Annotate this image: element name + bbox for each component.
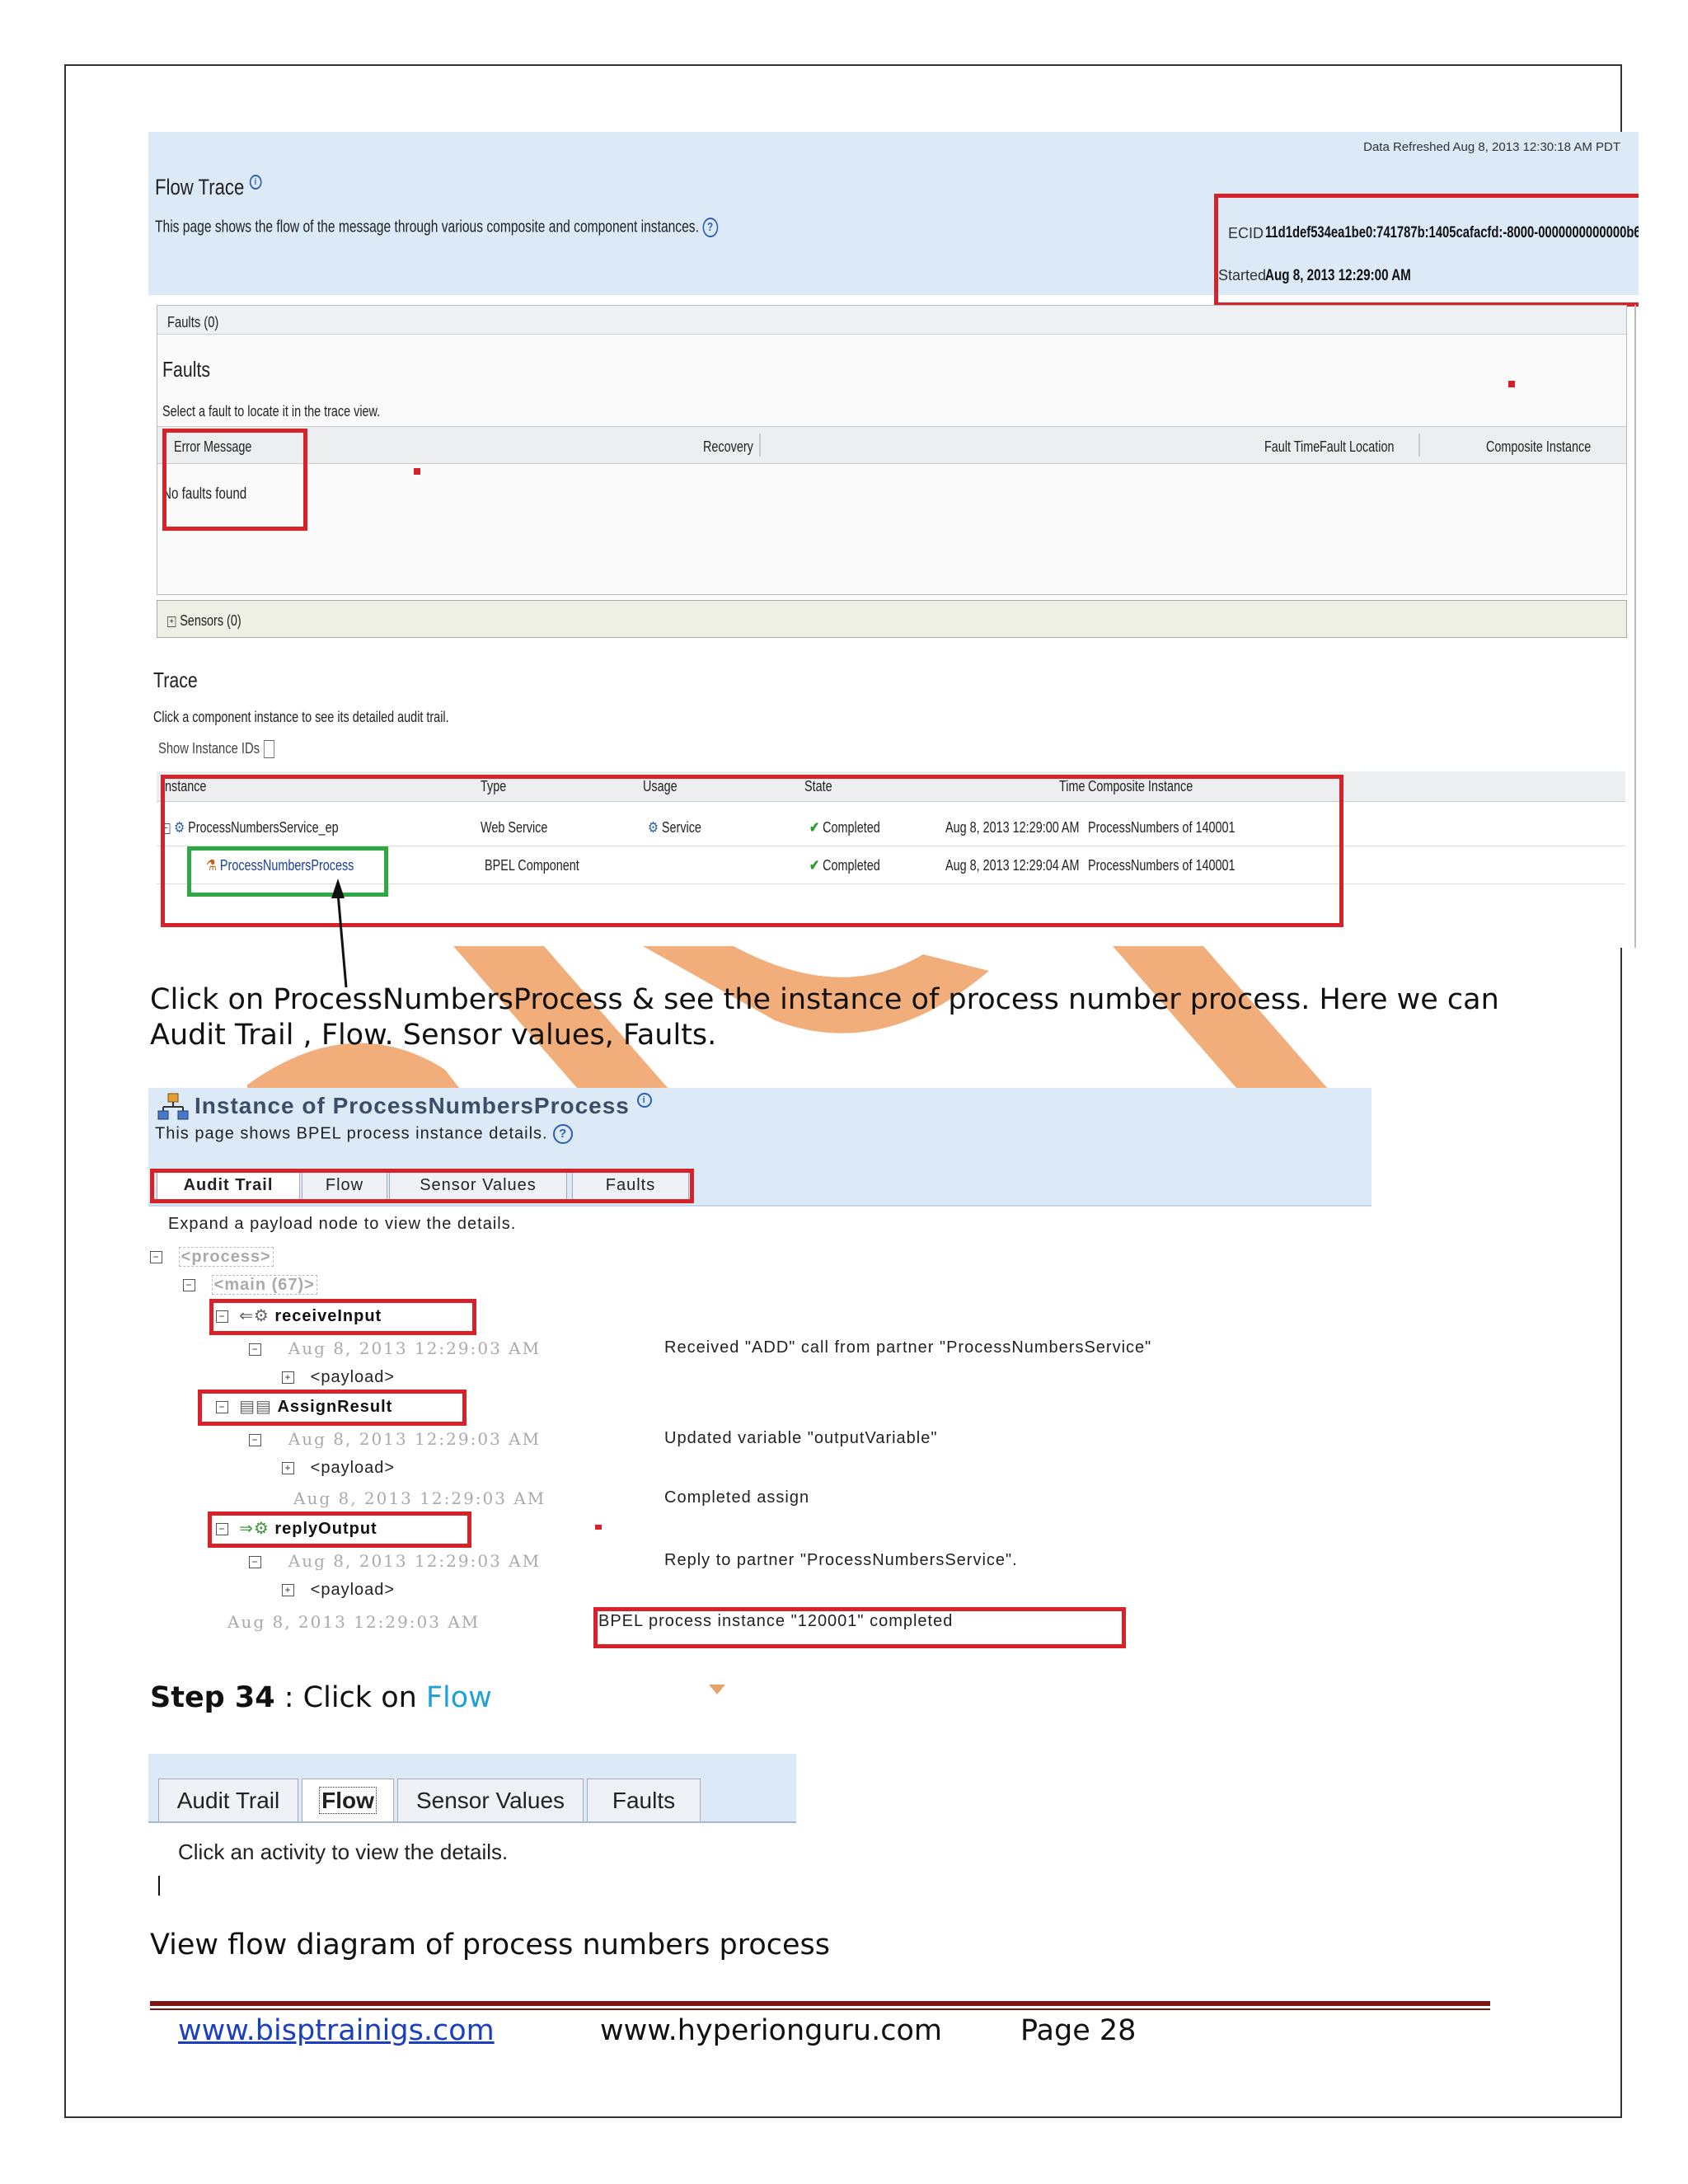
info-icon[interactable]: i (249, 175, 262, 190)
payload-node[interactable]: + <payload> (282, 1368, 395, 1387)
ecid-highlight-box (1214, 194, 1639, 307)
payload-node[interactable]: + <payload> (282, 1459, 395, 1478)
audit-message: Received "ADD" call from partner "Proces… (664, 1338, 1152, 1357)
tab-sensor-values[interactable]: Sensor Values (397, 1779, 584, 1821)
flow-tab-screenshot: Audit Trail Flow Sensor Values Faults Cl… (148, 1754, 796, 1897)
expand-icon[interactable]: + (282, 1371, 294, 1385)
collapse-icon[interactable]: − (249, 1434, 261, 1447)
receive-highlight-box (209, 1299, 476, 1335)
red-marker (1508, 381, 1515, 387)
column-divider (759, 434, 761, 457)
footer-rule (150, 2001, 1490, 2006)
expand-hint: Expand a payload node to view the detail… (168, 1215, 517, 1233)
error-message-highlight-box (162, 429, 307, 531)
flow-trace-title: Flow Trace i (155, 175, 262, 200)
caption-text: View flow diagram of process numbers pro… (150, 1929, 830, 1961)
sensors-label: + Sensors (0) (167, 612, 241, 630)
col-fault-location[interactable]: Fault Location (1320, 438, 1394, 456)
flow-trace-screenshot: Data Refreshed Aug 8, 2013 12:30:18 AM P… (148, 132, 1639, 948)
expand-icon[interactable]: + (282, 1584, 294, 1597)
red-marker (595, 1525, 602, 1530)
audit-entry: − Aug 8, 2013 12:29:03 AM (249, 1551, 541, 1572)
faults-header[interactable]: Faults (0) (157, 306, 1626, 335)
faults-table-header: Error Message Recovery Fault Time Fault … (157, 426, 1626, 464)
expand-icon[interactable]: + (167, 616, 176, 627)
show-ids-checkbox[interactable] (263, 740, 275, 759)
flow-link[interactable]: Flow (426, 1681, 492, 1714)
bpel-instance-icon (157, 1093, 189, 1120)
audit-entry: − Aug 8, 2013 12:29:03 AM (249, 1429, 541, 1450)
help-icon[interactable]: ? (553, 1124, 574, 1144)
tab-flow[interactable]: Flow (302, 1779, 394, 1821)
flow-trace-description: This page shows the flow of the message … (155, 218, 718, 237)
main-node[interactable]: − <main (67)> (183, 1275, 317, 1295)
audit-message: Completed assign (664, 1488, 810, 1507)
footer-rule (150, 2008, 1490, 2010)
instance-title: Instance of ProcessNumbersProcess i (195, 1093, 652, 1119)
tab-audit-trail[interactable]: Audit Trail (158, 1779, 298, 1821)
process-node[interactable]: − <process> (150, 1247, 274, 1267)
expand-icon[interactable]: + (282, 1462, 294, 1475)
collapse-icon[interactable]: − (150, 1251, 162, 1264)
instruction-paragraph: Click on ProcessNumbersProcess & see the… (150, 983, 1499, 1052)
footer-link-bisp[interactable]: www.bisptrainigs.com (178, 2014, 495, 2047)
reply-highlight-box (208, 1511, 471, 1548)
footer-site-hyperion: www.hyperionguru.com (600, 2014, 942, 2047)
instance-description: This page shows BPEL process instance de… (155, 1124, 574, 1144)
trace-description: Click a component instance to see its de… (153, 709, 449, 725)
audit-entry: Aug 8, 2013 12:29:03 AM (227, 1612, 481, 1632)
orange-marker (709, 1685, 725, 1694)
step-34-heading: Step 34 : Click on Flow (150, 1681, 492, 1714)
page-number: Page 28 (1020, 2014, 1137, 2047)
audit-entry: Aug 8, 2013 12:29:03 AM (293, 1488, 546, 1508)
data-refreshed-text: Data Refreshed Aug 8, 2013 12:30:18 AM P… (1363, 140, 1620, 154)
collapse-icon[interactable]: − (183, 1279, 195, 1292)
text-cursor (158, 1876, 160, 1896)
flow-hint: Click an activity to view the details. (178, 1840, 509, 1864)
audit-message: Updated variable "outputVariable" (664, 1429, 938, 1447)
audit-message: Reply to partner "ProcessNumbersService"… (664, 1551, 1018, 1569)
faults-tab[interactable]: Faults (0) (167, 314, 218, 331)
col-recovery[interactable]: Recovery (703, 438, 753, 456)
col-composite-instance[interactable]: Composite Instance (1486, 438, 1591, 456)
completion-highlight-box (593, 1607, 1126, 1648)
tab-faults[interactable]: Faults (587, 1779, 701, 1821)
info-icon[interactable]: i (636, 1093, 652, 1108)
col-fault-time[interactable]: Fault Time (1264, 438, 1320, 456)
faults-panel: Faults (0) Faults Select a fault to loca… (157, 305, 1627, 595)
collapse-icon[interactable]: − (249, 1556, 261, 1569)
tabs-highlight-box (150, 1169, 694, 1203)
instance-screenshot: Instance of ProcessNumbersProcess i This… (148, 1088, 1372, 1657)
show-instance-ids: Show Instance IDs (158, 740, 275, 759)
assign-highlight-box (198, 1390, 467, 1426)
trace-title: Trace (153, 668, 198, 692)
sensors-bar[interactable]: + Sensors (0) (157, 600, 1627, 638)
payload-node[interactable]: + <payload> (282, 1581, 395, 1600)
column-divider (1418, 434, 1420, 457)
divider-line (1634, 305, 1636, 948)
red-marker (414, 468, 420, 475)
audit-entry: − Aug 8, 2013 12:29:03 AM (249, 1338, 541, 1359)
help-icon[interactable]: ? (702, 218, 718, 237)
collapse-icon[interactable]: − (249, 1343, 261, 1357)
faults-instruction: Select a fault to locate it in the trace… (162, 403, 381, 419)
faults-title: Faults (162, 357, 211, 382)
